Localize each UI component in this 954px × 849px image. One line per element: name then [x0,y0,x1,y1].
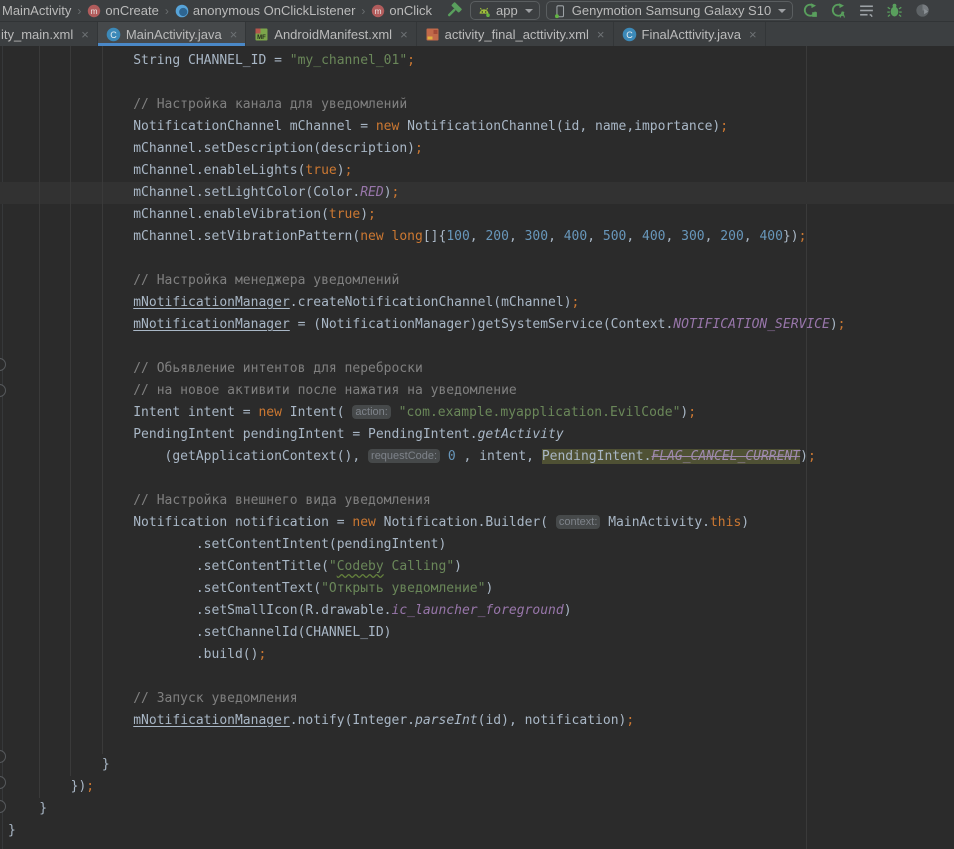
profile-icon[interactable] [855,1,877,21]
code-line: String CHANNEL_ID = "my_channel_01"; [0,50,954,72]
close-icon[interactable]: × [749,28,757,41]
svg-text:C: C [626,29,633,39]
chevron-down-icon [778,9,786,13]
breadcrumb-separator-icon: › [76,4,82,18]
run-configuration-select[interactable]: app [470,1,540,20]
method-icon: m [87,4,101,18]
code-line: } [0,798,954,820]
code-line [0,666,954,688]
device-selector-label: Genymotion Samsung Galaxy S10 [572,3,771,18]
tab-androidmanifest-xml[interactable]: MF AndroidManifest.xml × [246,22,416,46]
svg-text:A: A [839,10,845,19]
code-line: .setContentTitle("Codeby Calling") [0,556,954,578]
close-icon[interactable]: × [597,28,605,41]
anonymous-class-icon [175,4,189,18]
breadcrumb-item-onclick[interactable]: m onClick [371,3,432,18]
tab-finalacttivity-java[interactable]: C FinalActtivity.java × [614,22,766,46]
code-line: PendingIntent pendingIntent = PendingInt… [0,424,954,446]
svg-text:m: m [91,6,98,16]
code-line: mNotificationManager.createNotificationC… [0,292,954,314]
code-line: (getApplicationContext(), requestCode: 0… [0,446,954,468]
build-hammer-icon[interactable] [442,1,464,21]
code-line: NotificationChannel mChannel = new Notif… [0,116,954,138]
editor-tab-bar: ity_main.xml × C MainActivity.java × MF … [0,22,954,46]
profiler-icon[interactable] [911,1,933,21]
code-line: // Запуск уведомления [0,688,954,710]
code-line [0,468,954,490]
android-icon [477,4,491,18]
code-line: mChannel.setVibrationPattern(new long[]{… [0,226,954,248]
code-line: .build(); [0,644,954,666]
phone-icon [553,4,567,18]
breadcrumb-separator-icon: › [164,4,170,18]
code-line: // Обьявление интентов для переброски [0,358,954,380]
java-class-icon: C [622,27,637,42]
close-icon[interactable]: × [400,28,408,41]
code-line: // на новое активити после нажатия на ув… [0,380,954,402]
code-line: }); [0,776,954,798]
code-line: mChannel.enableVibration(true); [0,204,954,226]
svg-text:C: C [110,29,117,39]
chevron-down-icon [525,9,533,13]
code-line: mChannel.enableLights(true); [0,160,954,182]
code-line: .setChannelId(CHANNEL_ID) [0,622,954,644]
apply-changes-restart-icon[interactable] [799,1,821,21]
code-line: .setContentText("Открыть уведомление") [0,578,954,600]
tab-label: ity_main.xml [1,27,73,42]
code-area[interactable]: String CHANNEL_ID = "my_channel_01"; // … [0,46,954,842]
code-line: mChannel.setLightColor(Color.RED); [0,182,954,204]
code-line: // Настройка внешнего вида уведомления [0,490,954,512]
code-line: mChannel.setDescription(description); [0,138,954,160]
svg-text:m: m [375,6,382,16]
code-line: Intent intent = new Intent( action: "com… [0,402,954,424]
code-line: // Настройка канала для уведомлений [0,94,954,116]
tab-label: activity_final_acttivity.xml [445,27,589,42]
code-line: } [0,820,954,842]
breadcrumb-item-oncreate[interactable]: m onCreate [87,3,158,18]
breadcrumb-label: onClick [389,3,432,18]
run-configuration-label: app [496,3,518,18]
tab-mainactivity-java[interactable]: C MainActivity.java × [98,22,246,46]
close-icon[interactable]: × [81,28,89,41]
code-line: mNotificationManager.notify(Integer.pars… [0,710,954,732]
tab-activity-main-xml[interactable]: ity_main.xml × [0,22,98,46]
toolbar-actions: app Genymotion Samsung Galaxy S10 A [442,1,933,21]
breadcrumb-label: MainActivity [2,3,71,18]
breadcrumb-item-class[interactable]: MainActivity [2,3,71,18]
toolbar: MainActivity › m onCreate › anonymous On… [0,0,954,22]
debug-icon[interactable] [883,1,905,21]
method-icon: m [371,4,385,18]
breadcrumb: MainActivity › m onCreate › anonymous On… [0,3,432,18]
close-icon[interactable]: × [230,28,238,41]
code-line: .setSmallIcon(R.drawable.ic_launcher_for… [0,600,954,622]
manifest-file-icon: MF [254,27,269,42]
code-line: mNotificationManager = (NotificationMana… [0,314,954,336]
tab-activity-final-acttivity-xml[interactable]: activity_final_acttivity.xml × [417,22,614,46]
tab-label: AndroidManifest.xml [274,27,392,42]
code-line: Notification notification = new Notifica… [0,512,954,534]
code-line [0,248,954,270]
tab-label: MainActivity.java [126,27,222,42]
code-line: // Настройка менеджера уведомлений [0,270,954,292]
tab-label: FinalActtivity.java [642,27,741,42]
code-line [0,72,954,94]
code-line [0,336,954,358]
code-line: .setContentIntent(pendingIntent) [0,534,954,556]
device-selector[interactable]: Genymotion Samsung Galaxy S10 [546,1,793,20]
code-editor[interactable]: String CHANNEL_ID = "my_channel_01"; // … [0,46,954,849]
svg-text:MF: MF [257,35,266,41]
breadcrumb-label: onCreate [105,3,158,18]
layout-file-icon [425,27,440,42]
apply-code-changes-icon[interactable]: A [827,1,849,21]
java-class-icon: C [106,27,121,42]
code-line: } [0,754,954,776]
breadcrumb-separator-icon: › [360,4,366,18]
breadcrumb-item-anonymous-class[interactable]: anonymous OnClickListener [175,3,356,18]
code-line [0,732,954,754]
breadcrumb-label: anonymous OnClickListener [193,3,356,18]
